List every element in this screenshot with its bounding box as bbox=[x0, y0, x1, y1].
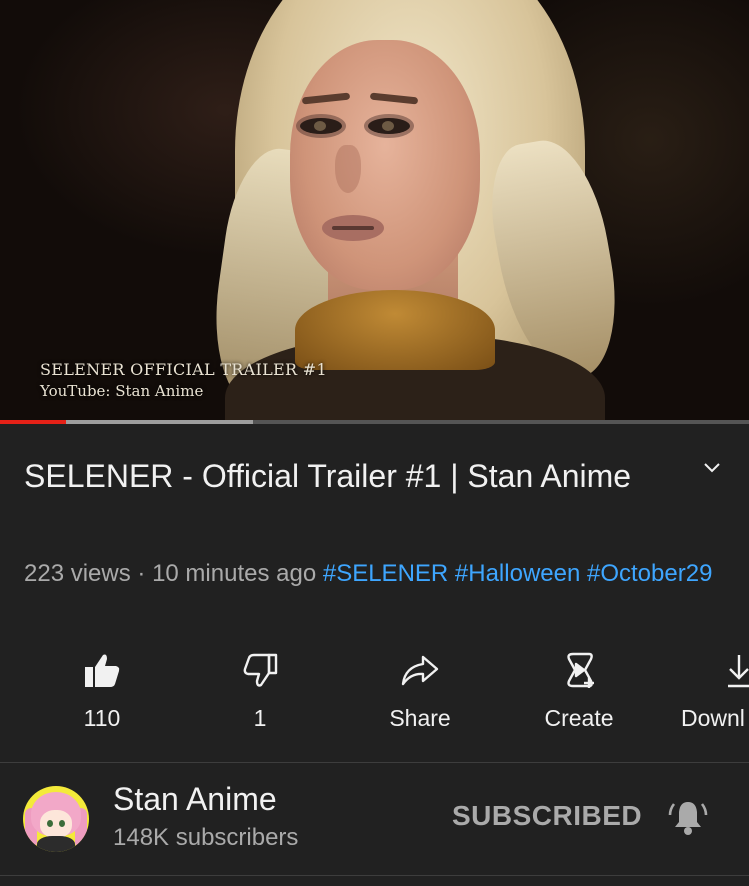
hashtag-link[interactable]: #October29 bbox=[587, 560, 712, 587]
video-overlay-source: YouTube: Stan Anime bbox=[40, 382, 204, 400]
create-button[interactable]: Create bbox=[519, 650, 639, 732]
video-progress-played bbox=[0, 420, 66, 424]
video-frame-collar bbox=[295, 290, 495, 370]
video-progress-bar[interactable] bbox=[0, 420, 749, 424]
channel-name[interactable]: Stan Anime bbox=[113, 781, 277, 818]
meta-separator: · bbox=[130, 560, 153, 587]
avatar-eye bbox=[59, 820, 65, 827]
section-divider bbox=[0, 762, 749, 763]
view-count: 223 views bbox=[24, 560, 131, 587]
thumbs-down-icon bbox=[200, 650, 320, 690]
download-button[interactable]: Downl bbox=[676, 650, 749, 732]
channel-avatar[interactable] bbox=[23, 786, 89, 852]
like-button[interactable]: 110 bbox=[42, 650, 162, 732]
video-title[interactable]: SELENER - Official Trailer #1 | Stan Ani… bbox=[24, 452, 644, 501]
bell-icon[interactable] bbox=[666, 796, 710, 840]
thumbs-up-icon bbox=[42, 650, 162, 690]
download-label: Downl bbox=[681, 705, 745, 731]
upload-time: 10 minutes ago bbox=[152, 560, 317, 587]
video-frame-lips bbox=[322, 215, 384, 241]
video-player[interactable]: SELENER OFFICIAL TRAILER #1 YouTube: Sta… bbox=[0, 0, 749, 420]
avatar-eye bbox=[47, 820, 53, 827]
create-label: Create bbox=[544, 705, 614, 731]
dislike-count: 1 bbox=[253, 705, 267, 731]
share-label: Share bbox=[389, 705, 451, 731]
video-frame-face bbox=[290, 40, 480, 290]
download-icon bbox=[676, 650, 749, 690]
avatar-face bbox=[40, 810, 72, 838]
video-metadata: 223 views · 10 minutes ago #SELENER #Hal… bbox=[24, 557, 714, 591]
video-frame-eye bbox=[300, 118, 342, 134]
hashtag-link[interactable]: #Halloween bbox=[455, 560, 580, 587]
subscribed-button[interactable]: SUBSCRIBED bbox=[452, 800, 642, 832]
hashtag-link[interactable]: #SELENER bbox=[323, 560, 448, 587]
video-frame-nose bbox=[335, 145, 361, 193]
share-arrow-icon bbox=[360, 650, 480, 690]
video-overlay-caption: SELENER OFFICIAL TRAILER #1 YouTube: Sta… bbox=[40, 359, 327, 402]
video-frame-eye bbox=[368, 118, 410, 134]
section-divider bbox=[0, 875, 749, 876]
share-button[interactable]: Share bbox=[360, 650, 480, 732]
create-icon bbox=[519, 650, 639, 690]
dislike-button[interactable]: 1 bbox=[200, 650, 320, 732]
avatar-outfit bbox=[37, 836, 75, 852]
action-bar: 110 1 Share Create Downl bbox=[0, 650, 749, 745]
chevron-down-icon[interactable] bbox=[700, 458, 724, 478]
like-count: 110 bbox=[83, 705, 121, 731]
subscriber-count: 148K subscribers bbox=[113, 824, 299, 851]
video-overlay-title: SELENER OFFICIAL TRAILER #1 bbox=[40, 360, 327, 379]
